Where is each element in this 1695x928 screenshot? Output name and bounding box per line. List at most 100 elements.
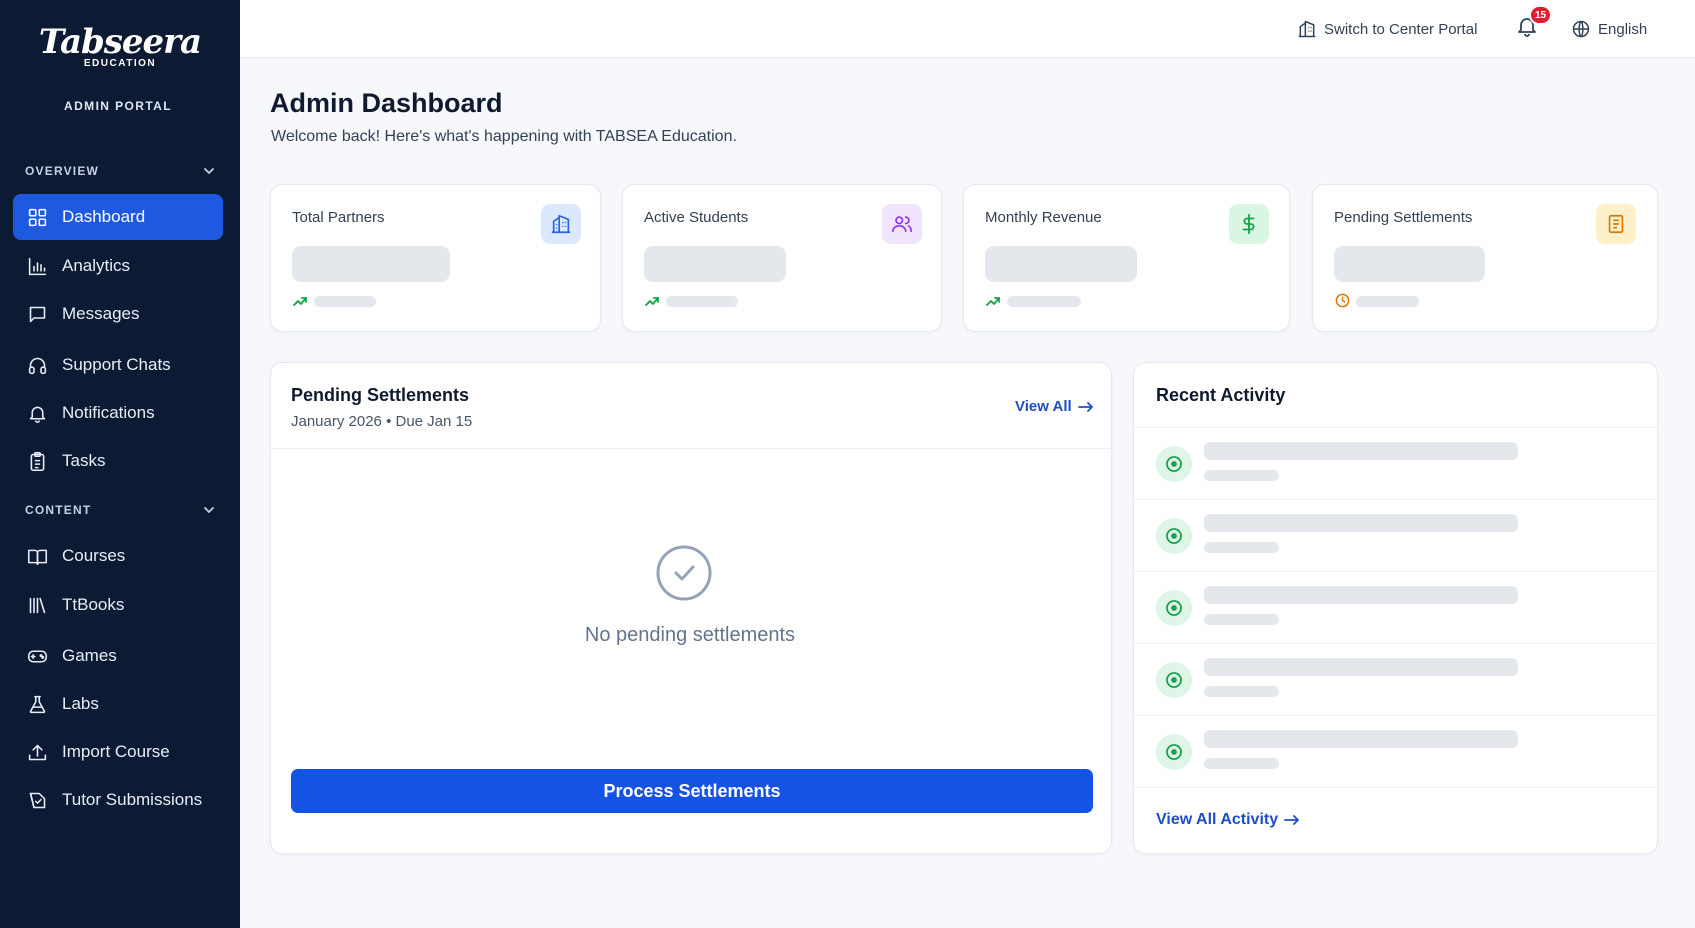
activity-status-icon <box>1156 518 1192 554</box>
sidebar-item-label: Tutor Submissions <box>62 790 203 809</box>
sidebar-item-dashboard[interactable]: Dashboard <box>13 194 223 240</box>
sidebar-item-label: TtBooks <box>62 595 125 614</box>
book-icon <box>26 545 48 567</box>
view-all-activity-link[interactable]: View All Activity <box>1156 811 1300 829</box>
stat-value-skeleton <box>1334 246 1485 282</box>
sidebar-item-notifications[interactable]: Notifications <box>13 390 223 436</box>
receipt-icon <box>1596 204 1636 244</box>
section-content[interactable]: CONTENT <box>25 500 215 520</box>
activity-time-skeleton <box>1204 614 1279 625</box>
stat-label: Total Partners <box>292 209 385 226</box>
sidebar-item-label: Notifications <box>62 403 155 422</box>
stat-label: Active Students <box>644 209 749 226</box>
sidebar-item-label: Games <box>62 646 117 665</box>
activity-row[interactable] <box>1134 644 1660 716</box>
switch-portal-label: Switch to Center Portal <box>1324 20 1478 38</box>
stat-card-active-students[interactable]: Active Students <box>622 184 942 332</box>
globe-icon <box>1572 20 1590 38</box>
stat-trend-skeleton <box>666 296 738 307</box>
logo-subtitle: EDUCATION <box>83 58 157 69</box>
pending-settlements-panel: Pending Settlements January 2026 • Due J… <box>270 362 1112 854</box>
panel-title: Pending Settlements <box>291 385 470 405</box>
sidebar-item-tasks[interactable]: Tasks <box>13 438 223 484</box>
sidebar-item-label: Dashboard <box>62 207 146 226</box>
stat-card-monthly-revenue[interactable]: Monthly Revenue <box>963 184 1290 332</box>
section-overview[interactable]: OVERVIEW <box>25 161 215 181</box>
stat-card-pending-settlements[interactable]: Pending Settlements <box>1312 184 1658 332</box>
view-all-settlements-link[interactable]: View All <box>1015 398 1094 415</box>
activity-status-icon <box>1156 446 1192 482</box>
sidebar-item-label: Messages <box>62 304 140 323</box>
submission-icon <box>26 789 48 811</box>
upload-icon <box>26 741 48 763</box>
sidebar-item-messages[interactable]: Messages <box>13 291 223 337</box>
trending-up-icon <box>986 297 1000 306</box>
trending-up-icon <box>645 297 659 306</box>
empty-state-text: No pending settlements <box>584 624 796 646</box>
activity-time-skeleton <box>1204 758 1279 769</box>
activity-status-icon <box>1156 662 1192 698</box>
sidebar-item-support-chats[interactable]: Support Chats <box>13 342 223 388</box>
page-subtitle: Welcome back! Here's what's happening wi… <box>271 128 737 145</box>
activity-status-icon <box>1156 734 1192 770</box>
sidebar-item-games[interactable]: Games <box>13 633 223 679</box>
panel-title: Recent Activity <box>1156 385 1286 405</box>
sidebar-item-courses[interactable]: Courses <box>13 533 223 579</box>
sidebar-item-tutor-submissions[interactable]: Tutor Submissions <box>13 777 223 823</box>
activity-status-icon <box>1156 590 1192 626</box>
page-title: Admin Dashboard <box>270 88 503 118</box>
sidebar-item-ttbooks[interactable]: TtBooks <box>13 582 223 628</box>
activity-title-skeleton <box>1204 586 1518 604</box>
gamepad-icon <box>26 645 48 667</box>
sidebar-item-label: Labs <box>62 694 99 713</box>
sidebar-item-labs[interactable]: Labs <box>13 681 223 727</box>
activity-title-skeleton <box>1204 514 1518 532</box>
notification-count-badge: 15 <box>1529 5 1553 25</box>
section-content-label: CONTENT <box>25 503 92 517</box>
sidebar-item-label: Analytics <box>62 256 131 275</box>
stat-label: Monthly Revenue <box>985 209 1102 226</box>
arrow-right-icon <box>1284 815 1300 825</box>
trending-up-icon <box>293 297 307 306</box>
stat-trend-skeleton <box>1356 296 1419 307</box>
dashboard-icon <box>26 206 48 228</box>
language-selector[interactable]: English <box>1571 15 1647 43</box>
stat-label: Pending Settlements <box>1334 209 1473 226</box>
stat-trend-skeleton <box>314 296 376 307</box>
dollar-icon <box>1229 204 1269 244</box>
activity-row[interactable] <box>1134 572 1660 644</box>
process-settlements-button[interactable]: Process Settlements <box>291 769 1093 813</box>
arrow-right-icon <box>1077 401 1093 412</box>
activity-row[interactable] <box>1134 716 1660 788</box>
panel-subtitle: January 2026 • Due Jan 15 <box>291 413 473 430</box>
brand-logo[interactable]: Tabseera EDUCATION <box>0 22 240 69</box>
activity-title-skeleton <box>1204 442 1518 460</box>
chevron-down-icon <box>204 168 214 174</box>
activity-title-skeleton <box>1204 658 1518 676</box>
language-label: English <box>1598 20 1648 38</box>
stat-card-total-partners[interactable]: Total Partners <box>270 184 601 332</box>
portal-label: ADMIN PORTAL <box>64 99 172 113</box>
link-label: View All Activity <box>1156 811 1279 828</box>
switch-portal-button[interactable]: Switch to Center Portal <box>1297 15 1477 43</box>
sidebar-item-label: Tasks <box>62 451 106 470</box>
divider <box>271 448 1111 449</box>
activity-row[interactable] <box>1134 500 1660 572</box>
chevron-down-icon <box>204 507 214 513</box>
bell-icon <box>26 402 48 424</box>
stat-value-skeleton <box>985 246 1137 282</box>
sidebar-item-label: Import Course <box>62 742 170 761</box>
sidebar-item-label: Support Chats <box>62 355 171 374</box>
logo-wordmark: Tabseera <box>38 22 202 62</box>
link-label: View All <box>1015 398 1072 415</box>
stat-value-skeleton <box>292 246 450 282</box>
stat-value-skeleton <box>644 246 786 282</box>
notifications-button[interactable]: 15 <box>1515 5 1553 42</box>
clipboard-icon <box>26 450 48 472</box>
sidebar-item-import-course[interactable]: Import Course <box>13 729 223 775</box>
building-icon <box>1298 20 1316 38</box>
sidebar-item-analytics[interactable]: Analytics <box>13 243 223 289</box>
recent-activity-panel: Recent Activity View All Activity <box>1133 362 1660 854</box>
activity-time-skeleton <box>1204 542 1279 553</box>
activity-row[interactable] <box>1134 428 1660 500</box>
